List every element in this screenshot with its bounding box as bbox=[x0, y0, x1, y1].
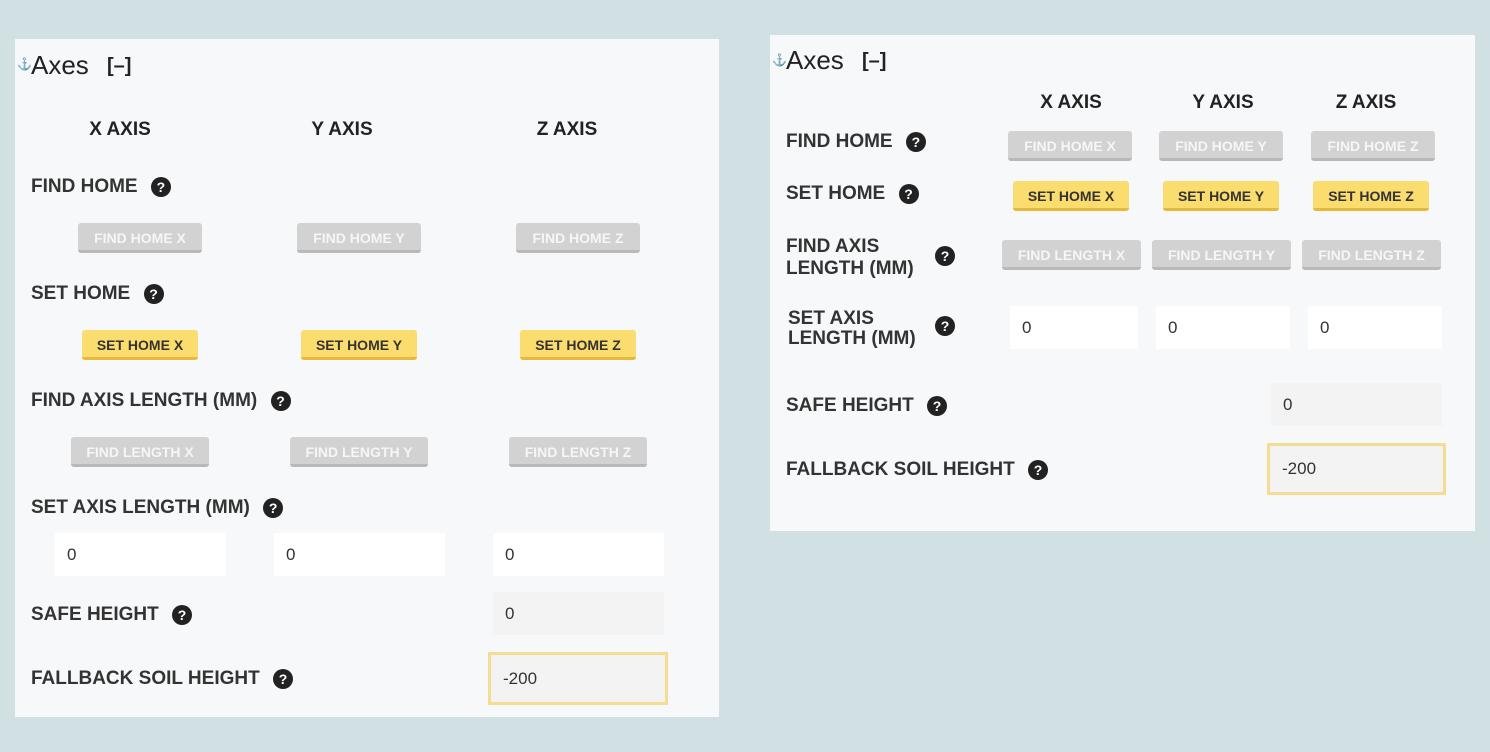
fallback-soil-height-input[interactable]: -200 bbox=[488, 652, 668, 705]
find-home-x-button[interactable]: FIND HOME X bbox=[78, 223, 202, 253]
help-icon[interactable]: ? bbox=[150, 177, 171, 197]
help-icon[interactable]: ? bbox=[905, 132, 926, 152]
set-home-label: SET HOME ? bbox=[31, 283, 164, 305]
axis-length-x-input[interactable]: 0 bbox=[1010, 306, 1138, 349]
find-home-z-button[interactable]: FIND HOME Z bbox=[516, 223, 640, 253]
set-home-label: SET HOME ? bbox=[786, 183, 919, 205]
fallback-soil-height-input[interactable]: -200 bbox=[1267, 443, 1446, 495]
collapse-toggle[interactable]: [–] bbox=[107, 55, 131, 78]
set-axis-length-label: SET AXIS LENGTH (MM) bbox=[788, 308, 916, 349]
find-length-y-button[interactable]: FIND LENGTH Y bbox=[290, 437, 428, 467]
set-home-y-button[interactable]: SET HOME Y bbox=[301, 330, 417, 360]
help-icon[interactable]: ? bbox=[1028, 460, 1048, 480]
find-home-label: FIND HOME ? bbox=[786, 131, 926, 153]
set-home-z-button[interactable]: SET HOME Z bbox=[1313, 181, 1429, 211]
y-axis-header: Y AXIS bbox=[311, 119, 373, 140]
y-axis-header: Y AXIS bbox=[1192, 92, 1254, 113]
find-length-x-button[interactable]: FIND LENGTH X bbox=[1002, 240, 1141, 270]
fallback-soil-height-label: FALLBACK SOIL HEIGHT ? bbox=[31, 668, 293, 690]
find-length-z-button[interactable]: FIND LENGTH Z bbox=[509, 437, 647, 467]
axes-panel-vertical: ⚓ Axes [–] X AXIS Y AXIS Z AXIS FIND HOM… bbox=[15, 39, 719, 717]
axis-length-z-input[interactable]: 0 bbox=[1308, 306, 1442, 349]
set-axis-length-label: SET AXIS LENGTH (MM) ? bbox=[31, 497, 284, 519]
anchor-icon: ⚓ bbox=[772, 53, 787, 67]
find-length-y-button[interactable]: FIND LENGTH Y bbox=[1152, 240, 1291, 270]
fallback-soil-height-label: FALLBACK SOIL HEIGHT ? bbox=[786, 459, 1048, 481]
find-length-z-button[interactable]: FIND LENGTH Z bbox=[1302, 240, 1441, 270]
help-icon[interactable]: ? bbox=[273, 669, 293, 689]
find-axis-length-label: FIND AXIS LENGTH (MM) ? bbox=[31, 390, 291, 412]
collapse-toggle[interactable]: [–] bbox=[862, 50, 886, 73]
help-icon[interactable]: ? bbox=[143, 284, 164, 304]
find-axis-length-label: FIND AXIS LENGTH (MM) bbox=[786, 236, 914, 279]
set-home-y-button[interactable]: SET HOME Y bbox=[1163, 181, 1279, 211]
safe-height-input[interactable]: 0 bbox=[493, 592, 664, 635]
anchor-icon: ⚓ bbox=[17, 57, 32, 71]
find-home-label: FIND HOME ? bbox=[31, 176, 171, 198]
x-axis-header: X AXIS bbox=[1040, 92, 1102, 113]
safe-height-input[interactable]: 0 bbox=[1271, 383, 1442, 426]
help-icon[interactable]: ? bbox=[172, 605, 193, 625]
safe-height-label: SAFE HEIGHT ? bbox=[31, 604, 193, 626]
find-home-z-button[interactable]: FIND HOME Z bbox=[1311, 131, 1435, 161]
set-home-x-button[interactable]: SET HOME X bbox=[82, 330, 198, 360]
find-home-y-button[interactable]: FIND HOME Y bbox=[297, 223, 421, 253]
z-axis-header: Z AXIS bbox=[536, 119, 598, 140]
set-home-x-button[interactable]: SET HOME X bbox=[1013, 181, 1129, 211]
find-home-x-button[interactable]: FIND HOME X bbox=[1008, 131, 1132, 161]
axes-panel-compact: ⚓ Axes [–] X AXIS Y AXIS Z AXIS FIND HOM… bbox=[770, 35, 1475, 531]
help-icon[interactable]: ? bbox=[927, 396, 948, 416]
x-axis-header: X AXIS bbox=[89, 119, 151, 140]
find-length-x-button[interactable]: FIND LENGTH X bbox=[71, 437, 209, 467]
help-icon[interactable]: ? bbox=[898, 184, 919, 204]
help-icon[interactable]: ? bbox=[935, 316, 955, 336]
axis-length-y-input[interactable]: 0 bbox=[274, 533, 445, 576]
axis-length-y-input[interactable]: 0 bbox=[1156, 306, 1290, 349]
axis-length-x-input[interactable]: 0 bbox=[55, 533, 226, 576]
set-home-z-button[interactable]: SET HOME Z bbox=[520, 330, 636, 360]
section-title: Axes bbox=[31, 50, 89, 80]
safe-height-label: SAFE HEIGHT ? bbox=[786, 395, 948, 417]
find-home-y-button[interactable]: FIND HOME Y bbox=[1159, 131, 1283, 161]
help-icon[interactable]: ? bbox=[263, 498, 284, 518]
section-title: Axes bbox=[786, 45, 844, 75]
z-axis-header: Z AXIS bbox=[1335, 92, 1397, 113]
axis-length-z-input[interactable]: 0 bbox=[493, 533, 664, 576]
help-icon[interactable]: ? bbox=[935, 246, 955, 266]
help-icon[interactable]: ? bbox=[270, 391, 291, 411]
